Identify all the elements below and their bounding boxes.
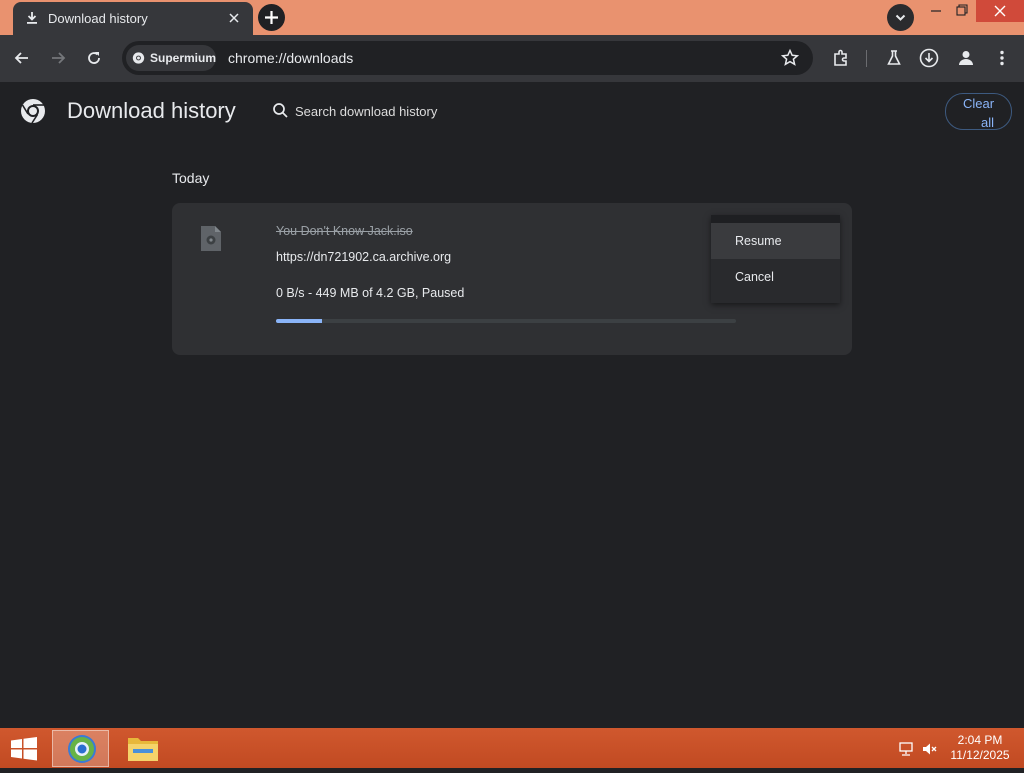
- supermium-app-icon: [68, 735, 96, 763]
- chevron-down-icon: [895, 14, 906, 21]
- download-icon: [27, 12, 37, 24]
- clock-date: 11/12/2025: [950, 748, 1010, 762]
- clear-all-button[interactable]: Clear all: [945, 93, 1012, 130]
- taskbar-file-explorer-button[interactable]: [114, 730, 171, 767]
- extensions-icon[interactable]: [831, 48, 851, 68]
- new-tab-button[interactable]: [258, 4, 285, 31]
- menu-item-resume[interactable]: Resume: [711, 223, 840, 259]
- profile-icon[interactable]: [956, 48, 976, 68]
- restore-icon: [956, 4, 968, 16]
- clear-all-label-line1: Clear: [962, 96, 995, 111]
- taskbar-supermium-button[interactable]: [52, 730, 109, 767]
- search-download-history-input[interactable]: Search download history: [262, 92, 942, 130]
- download-source-url[interactable]: https://dn721902.ca.archive.org: [276, 250, 451, 264]
- clock-time: 2:04 PM: [957, 733, 1003, 747]
- download-progress-fill: [276, 319, 322, 323]
- search-placeholder: Search download history: [295, 104, 438, 119]
- download-file-name[interactable]: You Don't Know Jack.iso: [276, 224, 413, 238]
- supermium-logo-icon: [132, 52, 145, 64]
- back-icon[interactable]: [12, 48, 32, 68]
- url-text[interactable]: chrome://downloads: [228, 50, 353, 66]
- title-bar: Download history: [0, 0, 1024, 35]
- menu-item-cancel[interactable]: Cancel: [711, 259, 840, 295]
- toolbar-separator: [866, 50, 867, 67]
- browser-logo-icon: [21, 99, 45, 124]
- address-bar[interactable]: Supermium chrome://downloads: [122, 41, 813, 75]
- tab-search-button[interactable]: [887, 4, 914, 31]
- bookmark-star-icon[interactable]: [780, 48, 800, 68]
- download-progress-bar: [276, 319, 736, 323]
- labs-flask-icon[interactable]: [884, 48, 904, 68]
- close-window-button[interactable]: [976, 0, 1024, 22]
- file-explorer-icon: [128, 738, 158, 761]
- downloads-page: Download history Search download history…: [0, 82, 1024, 728]
- page-title: Download history: [67, 98, 236, 123]
- tab-title: Download history: [48, 11, 148, 26]
- taskbar: 2:04 PM 11/12/2025: [0, 728, 1024, 768]
- downloads-toolbar-icon[interactable]: [919, 48, 939, 68]
- download-status: 0 B/s - 449 MB of 4.2 GB, Paused: [276, 286, 465, 300]
- close-icon: [994, 5, 1006, 17]
- forward-icon[interactable]: [48, 48, 68, 68]
- search-icon: [273, 103, 288, 118]
- more-menu-icon[interactable]: [992, 48, 1012, 68]
- clear-all-label-line2: all: [980, 115, 994, 130]
- system-clock[interactable]: 2:04 PM 11/12/2025: [944, 733, 1016, 763]
- browser-toolbar: Supermium chrome://downloads: [0, 35, 1024, 82]
- download-actions-menu: Resume Cancel: [711, 215, 840, 303]
- file-icon: [201, 226, 221, 251]
- network-icon[interactable]: [898, 741, 914, 757]
- windows-start-icon[interactable]: [10, 737, 38, 761]
- volume-muted-icon[interactable]: [922, 741, 938, 757]
- plus-icon: [265, 11, 278, 24]
- close-tab-icon[interactable]: [226, 10, 242, 26]
- tab-download-history[interactable]: Download history: [13, 2, 253, 35]
- chip-label: Supermium: [149, 51, 216, 65]
- date-section-label: Today: [172, 170, 210, 186]
- page-header: Download history Search download history…: [0, 82, 1024, 138]
- site-info-chip[interactable]: Supermium: [126, 45, 216, 71]
- reload-icon[interactable]: [84, 48, 104, 68]
- restore-button[interactable]: [944, 0, 980, 22]
- menu-header-strip: [711, 215, 840, 223]
